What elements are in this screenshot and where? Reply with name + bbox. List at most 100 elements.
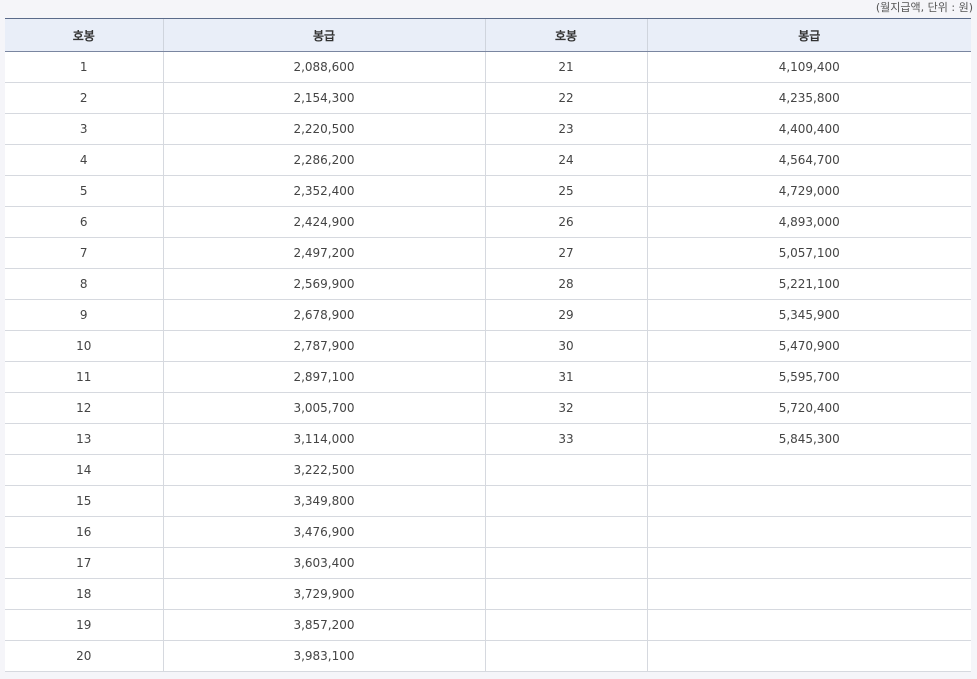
salary-left-cell: 3,476,900 (162, 516, 485, 548)
table-row: 15 3,349,800 (5, 485, 971, 517)
table-row: 9 2,678,900 29 5,345,900 (5, 299, 971, 331)
step-left-cell: 8 (5, 268, 163, 300)
step-left-cell: 14 (5, 454, 163, 486)
step-right-cell: 24 (484, 144, 647, 176)
table-row: 1 2,088,600 21 4,109,400 (5, 51, 971, 83)
header-step-right: 호봉 (484, 18, 647, 52)
step-left-cell: 7 (5, 237, 163, 269)
step-left-cell: 4 (5, 144, 163, 176)
salary-left-cell: 2,569,900 (162, 268, 485, 300)
table-row: 5 2,352,400 25 4,729,000 (5, 175, 971, 207)
salary-right-cell (646, 516, 971, 548)
table-row: 14 3,222,500 (5, 454, 971, 486)
table-row: 11 2,897,100 31 5,595,700 (5, 361, 971, 393)
table-row: 19 3,857,200 (5, 609, 971, 641)
step-left-cell: 18 (5, 578, 163, 610)
step-right-cell: 28 (484, 268, 647, 300)
salary-left-cell: 2,088,600 (162, 51, 485, 83)
step-left-cell: 16 (5, 516, 163, 548)
header-salary-right: 봉급 (646, 18, 971, 52)
table-body: 1 2,088,600 21 4,109,400 2 2,154,300 22 4,235,8… (5, 51, 971, 672)
step-left-cell: 5 (5, 175, 163, 207)
table-row: 8 2,569,900 28 5,221,100 (5, 268, 971, 300)
step-right-cell (484, 485, 647, 517)
step-right-cell: 27 (484, 237, 647, 269)
salary-right-cell: 4,729,000 (646, 175, 971, 207)
step-left-cell: 17 (5, 547, 163, 579)
salary-right-cell: 4,400,400 (646, 113, 971, 145)
header-salary-left: 봉급 (162, 18, 485, 52)
salary-left-cell: 2,220,500 (162, 113, 485, 145)
table-row: 13 3,114,000 33 5,845,300 (5, 423, 971, 455)
salary-left-cell: 3,222,500 (162, 454, 485, 486)
step-left-cell: 11 (5, 361, 163, 393)
salary-right-cell (646, 609, 971, 641)
table-row: 20 3,983,100 (5, 640, 971, 672)
step-left-cell: 2 (5, 82, 163, 114)
salary-right-cell: 5,595,700 (646, 361, 971, 393)
table-header-row: 호봉 봉급 호봉 봉급 (5, 18, 971, 52)
step-right-cell: 32 (484, 392, 647, 424)
table-row: 3 2,220,500 23 4,400,400 (5, 113, 971, 145)
step-left-cell: 1 (5, 51, 163, 83)
step-right-cell: 31 (484, 361, 647, 393)
step-right-cell: 23 (484, 113, 647, 145)
salary-right-cell: 5,470,900 (646, 330, 971, 362)
step-left-cell: 10 (5, 330, 163, 362)
salary-left-cell: 3,114,000 (162, 423, 485, 455)
salary-left-cell: 3,729,900 (162, 578, 485, 610)
table-row: 7 2,497,200 27 5,057,100 (5, 237, 971, 269)
salary-left-cell: 2,286,200 (162, 144, 485, 176)
salary-right-cell: 5,845,300 (646, 423, 971, 455)
salary-right-cell: 4,564,700 (646, 144, 971, 176)
step-right-cell: 22 (484, 82, 647, 114)
salary-left-cell: 2,497,200 (162, 237, 485, 269)
step-left-cell: 12 (5, 392, 163, 424)
step-right-cell: 30 (484, 330, 647, 362)
salary-right-cell (646, 454, 971, 486)
table-row: 4 2,286,200 24 4,564,700 (5, 144, 971, 176)
salary-left-cell: 2,787,900 (162, 330, 485, 362)
table-row: 18 3,729,900 (5, 578, 971, 610)
header-step-left: 호봉 (5, 18, 163, 52)
step-left-cell: 15 (5, 485, 163, 517)
step-left-cell: 3 (5, 113, 163, 145)
salary-right-cell (646, 547, 971, 579)
salary-left-cell: 2,352,400 (162, 175, 485, 207)
salary-right-cell (646, 640, 971, 672)
salary-left-cell: 2,424,900 (162, 206, 485, 238)
step-right-cell (484, 609, 647, 641)
step-right-cell (484, 547, 647, 579)
salary-left-cell: 2,154,300 (162, 82, 485, 114)
salary-right-cell: 4,109,400 (646, 51, 971, 83)
step-right-cell: 33 (484, 423, 647, 455)
step-right-cell: 29 (484, 299, 647, 331)
step-left-cell: 6 (5, 206, 163, 238)
step-right-cell (484, 454, 647, 486)
salary-left-cell: 2,678,900 (162, 299, 485, 331)
step-right-cell: 21 (484, 51, 647, 83)
salary-table: 호봉 봉급 호봉 봉급 1 2,088,600 21 4,109,400 2 2,154,… (5, 18, 971, 672)
table-row: 12 3,005,700 32 5,720,400 (5, 392, 971, 424)
salary-left-cell: 3,983,100 (162, 640, 485, 672)
salary-right-cell: 4,235,800 (646, 82, 971, 114)
step-right-cell: 25 (484, 175, 647, 207)
step-left-cell: 13 (5, 423, 163, 455)
salary-left-cell: 3,005,700 (162, 392, 485, 424)
salary-right-cell: 5,221,100 (646, 268, 971, 300)
salary-right-cell (646, 485, 971, 517)
table-row: 17 3,603,400 (5, 547, 971, 579)
salary-right-cell: 4,893,000 (646, 206, 971, 238)
salary-right-cell: 5,057,100 (646, 237, 971, 269)
table-row: 16 3,476,900 (5, 516, 971, 548)
salary-table-page: (월지급액, 단위 : 원) 호봉 봉급 호봉 봉급 1 2,088,600 21 4… (0, 0, 977, 679)
step-right-cell (484, 516, 647, 548)
salary-left-cell: 3,603,400 (162, 547, 485, 579)
salary-right-cell (646, 578, 971, 610)
salary-right-cell: 5,720,400 (646, 392, 971, 424)
salary-left-cell: 3,349,800 (162, 485, 485, 517)
salary-left-cell: 2,897,100 (162, 361, 485, 393)
salary-left-cell: 3,857,200 (162, 609, 485, 641)
step-left-cell: 20 (5, 640, 163, 672)
step-left-cell: 19 (5, 609, 163, 641)
